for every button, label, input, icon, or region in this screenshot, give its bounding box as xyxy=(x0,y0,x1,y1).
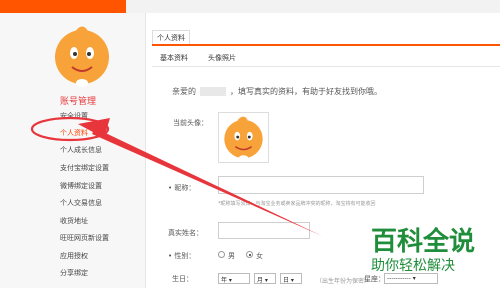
sidebar-item-trade-info[interactable]: 个人交易信息 xyxy=(60,198,102,208)
birthday-day-select[interactable]: 日 ▾ xyxy=(280,273,302,284)
sidebar-item-wangwang[interactable]: 旺旺网页新设置 xyxy=(60,233,109,243)
constellation-select[interactable]: ----------- ▾ xyxy=(384,273,438,284)
sidebar-item-security[interactable]: 安全设置 xyxy=(60,111,88,121)
sidebar-item-address[interactable]: 收货地址 xyxy=(60,216,88,226)
greeting-text: 亲爱的 ，填写真实的资料，有助于好友找到你哦。 xyxy=(172,86,382,97)
month-select-text: 月 xyxy=(257,277,264,284)
nickname-input[interactable] xyxy=(218,176,424,194)
nickname-label-text: 昵称： xyxy=(174,184,196,192)
subtab-avatar-photo[interactable]: 头像照片 xyxy=(208,53,236,63)
greeting-prefix: 亲爱的 xyxy=(172,87,196,96)
greeting-suffix: ，填写真实的资料，有助于好友找到你哦。 xyxy=(230,87,382,96)
gender-male-label: 男 xyxy=(228,252,235,260)
sidebar-item-profile[interactable]: 个人资料 xyxy=(60,128,88,138)
birthday-month-select[interactable]: 月 ▾ xyxy=(254,273,276,284)
top-bar-accent xyxy=(0,0,126,13)
tab-profile[interactable]: 个人资料 xyxy=(152,30,190,45)
realname-label: 真实姓名： xyxy=(168,229,203,237)
watermark-title: 百科全说 xyxy=(371,227,476,257)
watermark-subtitle: 助你轻松解决 xyxy=(371,258,455,274)
sidebar-item-alipay[interactable]: 支付宝绑定设置 xyxy=(60,163,109,173)
sidebar-item-growth[interactable]: 个人成长信息 xyxy=(60,145,102,155)
gender-male-radio[interactable] xyxy=(218,251,225,258)
birthday-hint: （出生年份为保密） xyxy=(316,278,371,285)
constellation-select-text: ----------- xyxy=(387,275,411,282)
sidebar: 账号管理 安全设置 个人资料 个人成长信息 支付宝绑定设置 微博绑定设置 个人交… xyxy=(0,13,146,288)
nickname-hint: *昵称填写须知：与淘宝业务或卖家品牌冲突的昵称，淘宝将有可能收回 xyxy=(218,201,376,207)
year-select-text: 年 xyxy=(221,277,228,284)
top-bar xyxy=(0,0,500,13)
tab-underline xyxy=(152,44,500,46)
mascot-avatar-large xyxy=(55,26,109,87)
sidebar-item-share-bind[interactable]: 分享绑定 xyxy=(60,268,88,278)
sidebar-item-weibo[interactable]: 微博绑定设置 xyxy=(60,181,102,191)
birthday-year-select[interactable]: 年 ▾ xyxy=(218,273,250,284)
current-avatar-label: 当前头像： xyxy=(173,119,208,127)
realname-input[interactable] xyxy=(218,222,310,239)
current-avatar-image xyxy=(218,112,269,163)
gender-label: • 性别： xyxy=(168,252,196,260)
birthday-label: 生日： xyxy=(172,275,193,283)
nickname-label: • 昵称： xyxy=(168,184,196,192)
blurred-username xyxy=(200,87,226,96)
constellation-label: 星座： xyxy=(364,275,385,283)
gender-female-label: 女 xyxy=(256,252,263,260)
gender-female-radio[interactable] xyxy=(246,251,253,258)
day-select-text: 日 xyxy=(283,277,290,284)
subtab-basic-info[interactable]: 基本资料 xyxy=(160,53,188,63)
subtab-divider xyxy=(152,66,500,67)
sidebar-item-app-auth[interactable]: 应用授权 xyxy=(60,251,88,261)
sidebar-title: 账号管理 xyxy=(60,97,97,107)
watermark: 百科全说 助你轻松解决 xyxy=(371,228,475,274)
gender-label-text: 性别： xyxy=(174,252,196,260)
